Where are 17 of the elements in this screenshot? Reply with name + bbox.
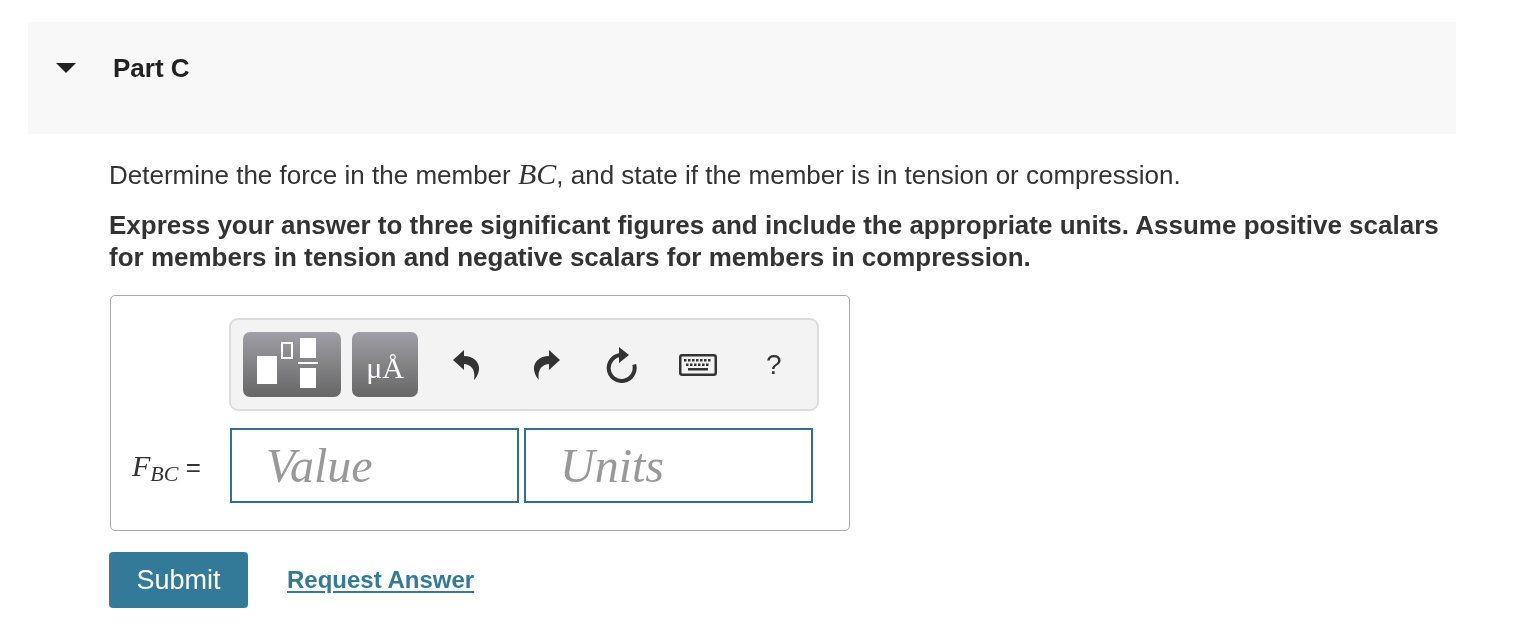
redo-icon[interactable]	[532, 349, 560, 380]
templates-icon	[257, 338, 318, 388]
instructions-text: Express your answer to three significant figures and include the appropriate units. Assume positive scalars for members in tension and negative scalars for members in compression.	[109, 209, 1440, 273]
caret-down-icon[interactable]	[56, 63, 76, 73]
units-button[interactable]: μÅ	[352, 332, 418, 397]
value-field[interactable]: Value	[230, 428, 519, 503]
request-answer-link[interactable]: Request Answer	[287, 562, 475, 598]
question-text: Determine the force in the member BC, and state if the member is in tension or compression.	[109, 159, 1182, 190]
undo-icon[interactable]	[453, 349, 481, 380]
answer-label: F$_{BC}$ =	[132, 450, 202, 481]
submit-button[interactable]: Submit	[109, 552, 248, 608]
keyboard-icon[interactable]	[679, 353, 717, 376]
reset-icon[interactable]	[606, 346, 638, 383]
help-button[interactable]: ?	[766, 350, 782, 379]
part-title: Part C	[113, 55, 190, 81]
templates-button[interactable]	[243, 332, 341, 397]
units-field[interactable]: Units	[524, 428, 813, 503]
